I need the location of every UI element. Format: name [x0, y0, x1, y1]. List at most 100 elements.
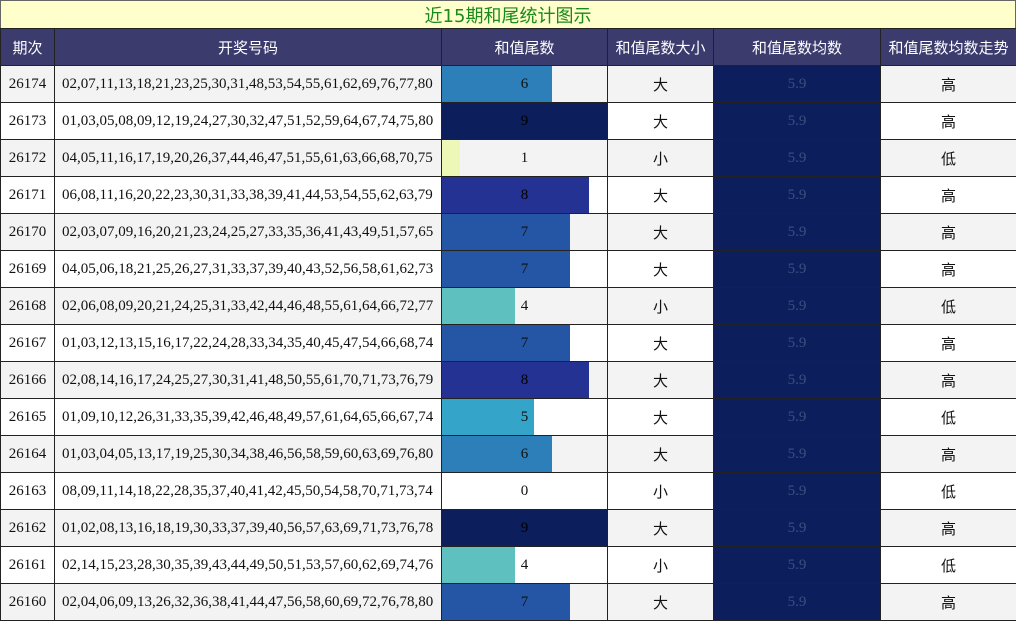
period-cell: 26163	[0, 472, 55, 510]
tail-bar	[442, 177, 589, 213]
tail-bar-cell: 9	[441, 509, 608, 547]
period-cell: 26165	[0, 398, 55, 436]
tail-bar-cell: 0	[441, 472, 608, 510]
table-row: 26168 02,06,08,09,20,21,24,25,31,33,42,44…	[0, 287, 1016, 325]
trend-cell: 高	[880, 361, 1016, 399]
tail-value: 7	[520, 260, 529, 277]
tail-bar-cell: 7	[441, 324, 608, 362]
avg-cell: 5.9	[713, 287, 881, 325]
avg-cell: 5.9	[713, 213, 881, 251]
size-cell: 大	[607, 324, 714, 362]
avg-cell: 5.9	[713, 324, 881, 362]
tail-bar-cell: 6	[441, 435, 608, 473]
tail-value: 9	[520, 519, 529, 536]
table-row: 26167 01,03,12,13,15,16,17,22,24,28,33,34…	[0, 324, 1016, 362]
numbers-cell: 02,07,11,13,18,21,23,25,30,31,48,53,54,5…	[54, 65, 442, 103]
tail-bar	[442, 251, 571, 287]
table-row: 26163 08,09,11,14,18,22,28,35,37,40,41,42…	[0, 472, 1016, 510]
trend-cell: 高	[880, 102, 1016, 140]
avg-cell: 5.9	[713, 139, 881, 177]
period-cell: 26166	[0, 361, 55, 399]
period-cell: 26174	[0, 65, 55, 103]
tail-bar-cell: 6	[441, 65, 608, 103]
avg-cell: 5.9	[713, 250, 881, 288]
table-row: 26162 01,02,08,13,16,18,19,30,33,37,39,40…	[0, 509, 1016, 547]
trend-cell: 高	[880, 65, 1016, 103]
numbers-cell: 01,03,12,13,15,16,17,22,24,28,33,34,35,4…	[54, 324, 442, 362]
tail-value: 6	[520, 445, 529, 462]
tail-value: 1	[520, 149, 529, 166]
header-row: 期次 开奖号码 和值尾数 和值尾数大小 和值尾数均数 和值尾数均数走势	[0, 28, 1016, 66]
numbers-cell: 02,03,07,09,16,20,21,23,24,25,27,33,35,3…	[54, 213, 442, 251]
tail-value: 8	[520, 371, 529, 388]
numbers-cell: 02,06,08,09,20,21,24,25,31,33,42,44,46,4…	[54, 287, 442, 325]
tail-value: 8	[520, 186, 529, 203]
period-cell: 26162	[0, 509, 55, 547]
header-period: 期次	[0, 28, 55, 66]
numbers-cell: 04,05,06,18,21,25,26,27,31,33,37,39,40,4…	[54, 250, 442, 288]
tail-bar	[442, 214, 571, 250]
table-row: 26174 02,07,11,13,18,21,23,25,30,31,48,53…	[0, 65, 1016, 103]
header-trend: 和值尾数均数走势	[880, 28, 1016, 66]
numbers-cell: 04,05,11,16,17,19,20,26,37,44,46,47,51,5…	[54, 139, 442, 177]
chart-frame: 近15期和尾统计图示 期次 开奖号码 和值尾数 和值尾数大小 和值尾数均数 和值…	[0, 0, 1016, 621]
avg-cell: 5.9	[713, 546, 881, 584]
tail-bar	[442, 399, 534, 435]
period-cell: 26171	[0, 176, 55, 214]
trend-cell: 高	[880, 213, 1016, 251]
avg-cell: 5.9	[713, 509, 881, 547]
tail-bar	[442, 584, 571, 620]
table-row: 26172 04,05,11,16,17,19,20,26,37,44,46,47…	[0, 139, 1016, 177]
period-cell: 26160	[0, 583, 55, 621]
tail-value: 4	[520, 556, 529, 573]
tail-bar-cell: 5	[441, 398, 608, 436]
table-row: 26171 06,08,11,16,20,22,23,30,31,33,38,39…	[0, 176, 1016, 214]
stats-table: 期次 开奖号码 和值尾数 和值尾数大小 和值尾数均数 和值尾数均数走势 2617…	[0, 28, 1016, 621]
numbers-cell: 01,02,08,13,16,18,19,30,33,37,39,40,56,5…	[54, 509, 442, 547]
trend-cell: 高	[880, 509, 1016, 547]
size-cell: 大	[607, 250, 714, 288]
avg-cell: 5.9	[713, 361, 881, 399]
size-cell: 大	[607, 435, 714, 473]
avg-cell: 5.9	[713, 472, 881, 510]
header-size: 和值尾数大小	[607, 28, 714, 66]
numbers-cell: 02,08,14,16,17,24,25,27,30,31,41,48,50,5…	[54, 361, 442, 399]
numbers-cell: 01,03,04,05,13,17,19,25,30,34,38,46,56,5…	[54, 435, 442, 473]
avg-cell: 5.9	[713, 583, 881, 621]
numbers-cell: 01,09,10,12,26,31,33,35,39,42,46,48,49,5…	[54, 398, 442, 436]
tail-bar-cell: 7	[441, 213, 608, 251]
tail-value: 7	[520, 593, 529, 610]
size-cell: 大	[607, 509, 714, 547]
trend-cell: 高	[880, 250, 1016, 288]
avg-cell: 5.9	[713, 176, 881, 214]
tail-bar	[442, 325, 571, 361]
period-cell: 26170	[0, 213, 55, 251]
table-row: 26166 02,08,14,16,17,24,25,27,30,31,41,48…	[0, 361, 1016, 399]
tail-value: 0	[520, 482, 529, 499]
tail-bar-cell: 8	[441, 176, 608, 214]
tail-value: 6	[520, 75, 529, 92]
trend-cell: 低	[880, 139, 1016, 177]
size-cell: 大	[607, 65, 714, 103]
period-cell: 26168	[0, 287, 55, 325]
tail-bar-cell: 4	[441, 546, 608, 584]
tail-bar	[442, 547, 516, 583]
header-numbers: 开奖号码	[54, 28, 442, 66]
tail-bar	[442, 362, 589, 398]
period-cell: 26167	[0, 324, 55, 362]
tail-bar	[442, 140, 461, 176]
page-title: 近15期和尾统计图示	[0, 0, 1016, 29]
numbers-cell: 01,03,05,08,09,12,19,24,27,30,32,47,51,5…	[54, 102, 442, 140]
table-row: 26160 02,04,06,09,13,26,32,36,38,41,44,47…	[0, 583, 1016, 621]
table-row: 26173 01,03,05,08,09,12,19,24,27,30,32,47…	[0, 102, 1016, 140]
size-cell: 大	[607, 398, 714, 436]
header-avg: 和值尾数均数	[713, 28, 881, 66]
tail-bar-cell: 9	[441, 102, 608, 140]
header-tail: 和值尾数	[441, 28, 608, 66]
numbers-cell: 02,04,06,09,13,26,32,36,38,41,44,47,56,5…	[54, 583, 442, 621]
table-row: 26169 04,05,06,18,21,25,26,27,31,33,37,39…	[0, 250, 1016, 288]
table-body: 26174 02,07,11,13,18,21,23,25,30,31,48,53…	[0, 65, 1016, 621]
period-cell: 26164	[0, 435, 55, 473]
trend-cell: 低	[880, 472, 1016, 510]
table-row: 26170 02,03,07,09,16,20,21,23,24,25,27,33…	[0, 213, 1016, 251]
